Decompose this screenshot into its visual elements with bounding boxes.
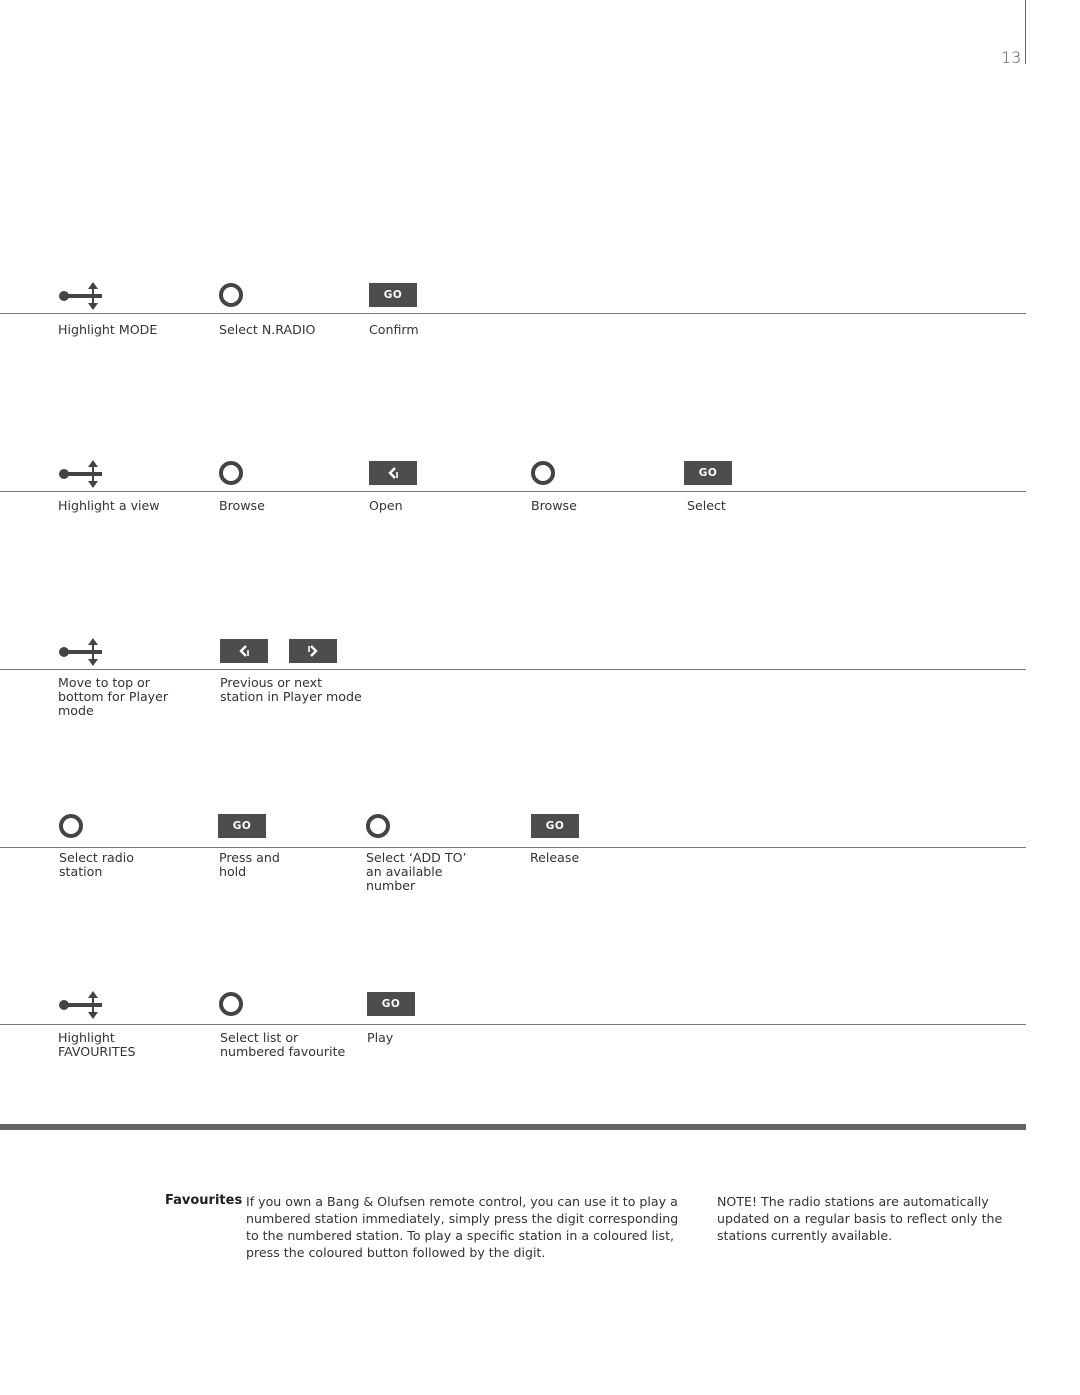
next-button — [289, 639, 337, 663]
step-label: Confirm — [369, 322, 419, 337]
step-label: Browse — [531, 498, 577, 513]
previous-button — [220, 639, 268, 663]
page-edge-rule — [1025, 0, 1026, 64]
step-label: Highlight MODE — [58, 322, 158, 337]
row-divider — [0, 669, 1026, 670]
step-label: Highlight FAVOURITES — [58, 1030, 136, 1059]
chevron-left-icon — [239, 645, 249, 657]
circle-wheel-icon — [219, 283, 243, 307]
circle-wheel-icon — [59, 814, 83, 838]
step-label: Release — [530, 850, 580, 865]
row-divider — [0, 847, 1026, 848]
step-label: Select — [687, 498, 726, 513]
circle-wheel-icon — [219, 992, 243, 1016]
step-label: Highlight a view — [58, 498, 160, 513]
step-label: Select list or numbered favourite — [220, 1030, 346, 1059]
circle-wheel-icon — [366, 814, 390, 838]
note-text: NOTE! The radio stations are automatical… — [717, 1194, 1003, 1243]
go-button: GO — [531, 814, 579, 838]
step-label: Move to top or bottom for Player mode — [58, 675, 169, 718]
chevron-left-icon — [388, 467, 398, 479]
chevron-right-icon — [308, 645, 318, 657]
circle-wheel-icon — [219, 461, 243, 485]
wheel-navigation-icon — [58, 989, 104, 1019]
circle-wheel-icon — [531, 461, 555, 485]
go-button: GO — [218, 814, 266, 838]
step-label: Press and hold — [219, 850, 280, 879]
section-divider — [0, 1124, 1026, 1130]
favourites-text: If you own a Bang & Olufsen remote contr… — [246, 1194, 679, 1260]
wheel-navigation-icon — [58, 458, 104, 488]
go-button: GO — [684, 461, 732, 485]
back-arrow-button — [369, 461, 417, 485]
step-label: Select N.RADIO — [219, 322, 316, 337]
step-label: Previous or next station in Player mode — [220, 675, 362, 704]
step-label: Browse — [219, 498, 265, 513]
step-label: Select ‘ADD TO’ an available number — [366, 850, 467, 893]
row-divider — [0, 491, 1026, 492]
go-button: GO — [367, 992, 415, 1016]
go-button: GO — [369, 283, 417, 307]
wheel-navigation-icon — [58, 636, 104, 666]
row-divider — [0, 1024, 1026, 1025]
step-label: Open — [369, 498, 403, 513]
page-number: 13 — [1001, 48, 1022, 67]
step-label: Select radio station — [59, 850, 134, 879]
favourites-heading: Favourites — [165, 1193, 243, 1208]
step-label: Play — [367, 1030, 394, 1045]
wheel-navigation-icon — [58, 280, 104, 310]
row-divider — [0, 313, 1026, 314]
